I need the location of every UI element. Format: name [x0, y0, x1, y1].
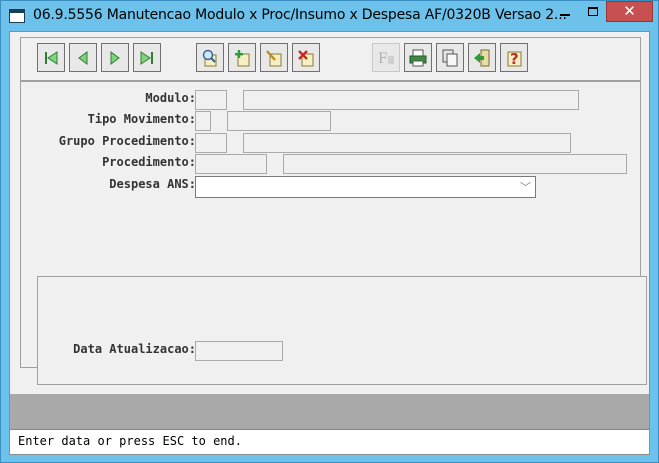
first-icon [45, 50, 58, 65]
search-button[interactable] [196, 43, 224, 72]
window-app-icon [9, 9, 25, 23]
record-form: Modulo: Tipo Movimento: Grupo Procedimen… [20, 81, 647, 385]
procedimento-description-field [283, 154, 627, 174]
add-icon [235, 49, 250, 66]
status-message: Enter data or press ESC to end. [18, 434, 242, 448]
exit-icon [474, 49, 490, 66]
minimize-icon [559, 13, 570, 16]
maximize-icon [587, 7, 598, 16]
minimize-button[interactable] [551, 1, 578, 22]
grupo-procedimento-code-field[interactable] [195, 133, 227, 153]
window-title: 06.9.5556 Manutencao Modulo x Proc/Insum… [33, 7, 567, 23]
data-atualizacao-field [195, 341, 283, 361]
previous-icon [78, 50, 88, 65]
delete-button[interactable] [292, 43, 320, 72]
last-icon [140, 50, 153, 65]
svg-text:?: ? [510, 50, 519, 68]
title-bar[interactable]: 06.9.5556 Manutencao Modulo x Proc/Insum… [1, 1, 658, 30]
tipo-movimento-description-field [227, 111, 331, 131]
client-area: F ? Modulo: Tipo Movimento: Grupo Proced… [9, 31, 650, 455]
maximize-button[interactable] [579, 1, 606, 22]
close-button[interactable]: ✕ [606, 1, 653, 22]
next-record-button[interactable] [101, 43, 129, 72]
tipo-movimento-label: Tipo Movimento: [87, 112, 196, 126]
copy-button[interactable] [436, 43, 464, 72]
previous-record-button[interactable] [69, 43, 97, 72]
procedimento-code-field[interactable] [195, 154, 267, 174]
message-bar: Enter data or press ESC to end. [10, 429, 649, 454]
despesa-ans-label: Despesa ANS: [109, 177, 196, 191]
filter-button[interactable]: F [372, 43, 400, 72]
status-bar [10, 394, 649, 429]
copy-icon [442, 49, 458, 66]
print-button[interactable] [404, 43, 432, 72]
last-record-button[interactable] [133, 43, 161, 72]
modulo-code-field[interactable] [195, 90, 227, 110]
modulo-label: Modulo: [145, 91, 196, 105]
help-icon: ? [507, 50, 522, 68]
first-record-button[interactable] [37, 43, 65, 72]
add-button[interactable] [228, 43, 256, 72]
svg-text:F: F [378, 51, 388, 67]
grupo-procedimento-label: Grupo Procedimento: [58, 134, 196, 148]
details-panel [37, 276, 647, 385]
help-button[interactable]: ? [500, 43, 528, 72]
edit-button[interactable] [260, 43, 288, 72]
exit-button[interactable] [468, 43, 496, 72]
grupo-procedimento-description-field [243, 133, 571, 153]
filter-icon: F [378, 51, 394, 67]
tipo-movimento-code-field[interactable] [195, 111, 211, 131]
printer-icon [409, 49, 427, 66]
toolbar: F ? [20, 37, 641, 81]
data-atualizacao-label: Data Atualizacao: [73, 342, 196, 356]
edit-icon [266, 49, 282, 66]
despesa-ans-select[interactable]: ﹀ [195, 176, 536, 198]
procedimento-label: Procedimento: [102, 155, 196, 169]
close-icon: ✕ [623, 2, 636, 20]
app-window: 06.9.5556 Manutencao Modulo x Proc/Insum… [0, 0, 659, 463]
delete-icon [298, 49, 314, 66]
chevron-down-icon[interactable]: ﹀ [520, 179, 531, 195]
next-icon [110, 50, 120, 65]
modulo-description-field [243, 90, 579, 110]
magnifier-icon [202, 49, 217, 66]
